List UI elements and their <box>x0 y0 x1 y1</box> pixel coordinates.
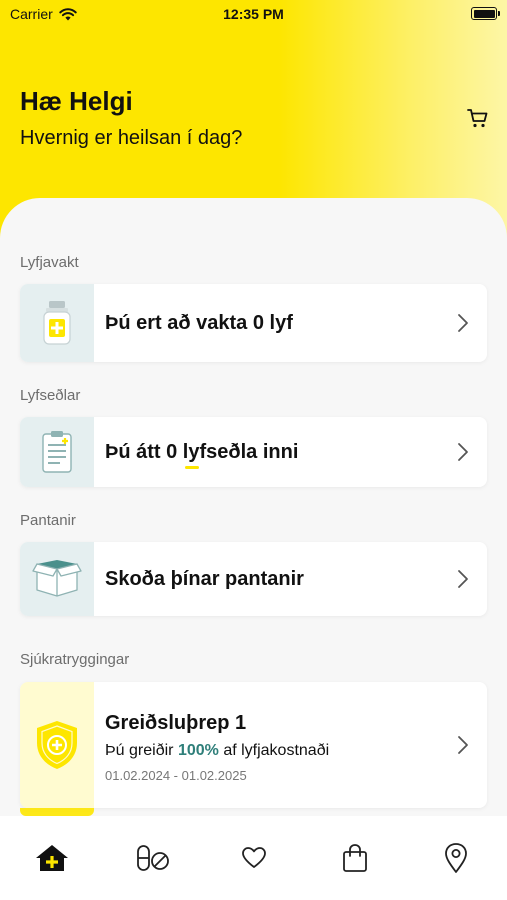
insurance-tier-title: Greiðsluþrep 1 <box>105 712 247 734</box>
tab-shop[interactable] <box>335 840 375 876</box>
orders-card[interactable]: Skoða þínar pantanir <box>20 542 487 616</box>
tab-favorites[interactable] <box>234 840 274 876</box>
tab-home[interactable] <box>32 840 72 876</box>
greeting-subtitle: Hvernig er heilsan í dag? <box>20 127 243 149</box>
clock: 12:35 PM <box>223 6 284 22</box>
section-label-lyfjavakt: Lyfjavakt <box>20 254 79 271</box>
tab-medicines[interactable] <box>133 840 173 876</box>
cart-icon[interactable] <box>466 106 490 130</box>
insurance-card[interactable]: Greiðsluþrep 1 Þú greiðir 100% af lyfjak… <box>20 682 487 808</box>
pills-icon <box>137 845 169 871</box>
battery-icon <box>471 7 500 20</box>
chevron-right-icon <box>458 736 468 754</box>
open-box-icon <box>32 560 82 597</box>
content-sheet: Lyfjavakt Þú ert að vakta 0 lyf Lyfseðla… <box>0 198 507 900</box>
tab-locations[interactable] <box>436 840 476 876</box>
section-label-sjukratryggingar: Sjúkratryggingar <box>20 651 130 668</box>
insurance-payment-line: Þú greiðir 100% af lyfjakostnaði <box>105 742 330 759</box>
shopping-bag-icon <box>343 844 367 872</box>
prescription-clipboard-icon <box>42 431 72 473</box>
chevron-right-icon <box>458 314 468 332</box>
medication-watch-text: Þú ert að vakta 0 lyf <box>105 312 293 334</box>
status-bar: Carrier 12:35 PM <box>0 0 507 30</box>
prescriptions-text: Þú átt 0 lyfseðla inni <box>105 441 299 463</box>
insurance-date-range: 01.02.2024 - 01.02.2025 <box>105 768 247 783</box>
shield-plus-icon <box>37 721 77 769</box>
count-underline <box>185 466 199 469</box>
section-label-lyfsedlar: Lyfseðlar <box>20 387 81 404</box>
chevron-right-icon <box>458 570 468 588</box>
map-pin-icon <box>445 843 467 873</box>
orders-text: Skoða þínar pantanir <box>105 568 304 590</box>
greeting-title: Hæ Helgi <box>20 86 133 116</box>
tab-bar <box>0 816 507 900</box>
prescriptions-card[interactable]: Þú átt 0 lyfseðla inni <box>20 417 487 487</box>
next-card-peek <box>20 808 94 816</box>
heart-icon <box>242 847 266 868</box>
home-plus-icon <box>36 845 68 871</box>
medication-watch-card[interactable]: Þú ert að vakta 0 lyf <box>20 284 487 362</box>
section-label-pantanir: Pantanir <box>20 512 76 529</box>
chevron-right-icon <box>458 443 468 461</box>
medicine-bottle-icon <box>43 301 71 345</box>
payment-percent: 100% <box>177 742 219 759</box>
